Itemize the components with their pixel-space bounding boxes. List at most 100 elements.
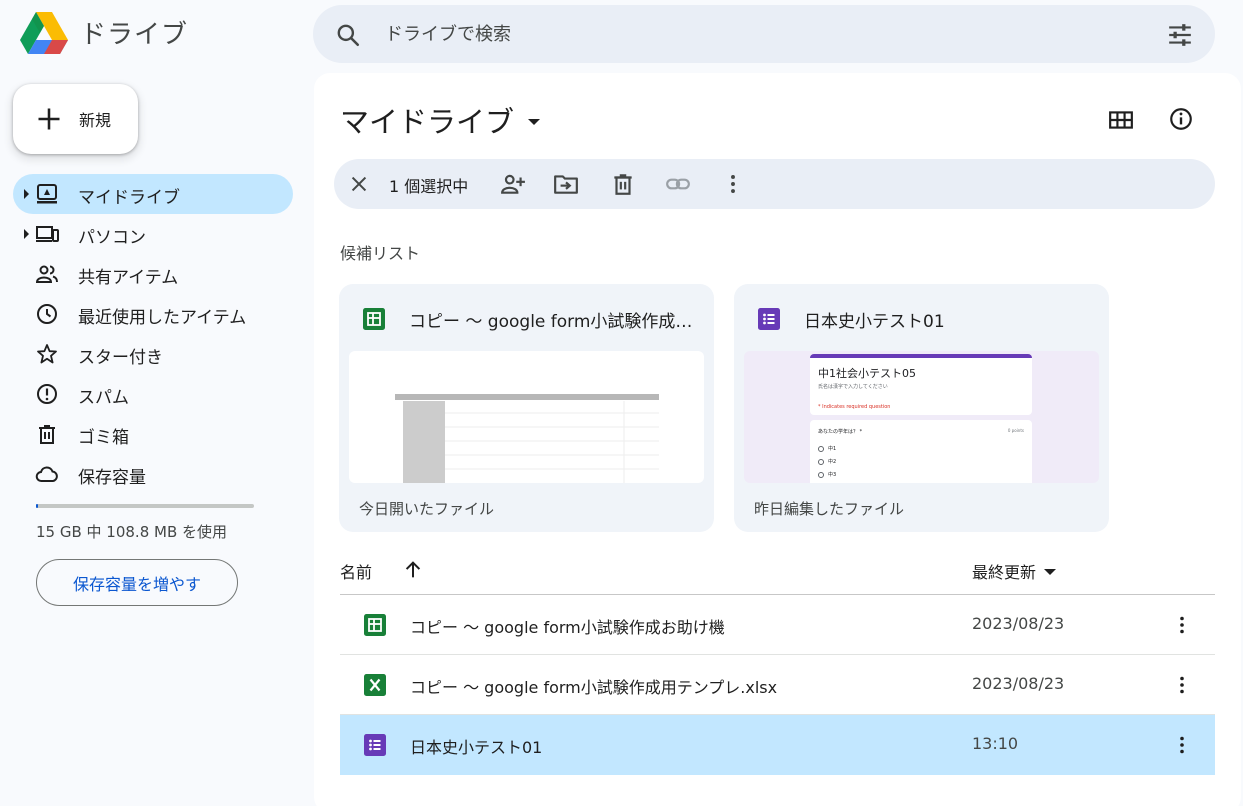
- spreadsheet-preview: [395, 394, 659, 483]
- file-thumbnail: [349, 351, 704, 483]
- form-preview-option-label: 中2: [828, 459, 837, 465]
- my-drive-icon: [37, 184, 57, 204]
- sidebar-item-starred[interactable]: スター付き: [13, 334, 293, 374]
- file-row-selected[interactable]: 日本史小テスト01 13:10: [340, 715, 1215, 775]
- card-subtitle: 今日開いたファイル: [359, 500, 495, 518]
- expand-caret-icon[interactable]: [24, 229, 29, 239]
- sheets-icon: [364, 614, 386, 636]
- radio-icon: [818, 471, 824, 478]
- search-bar[interactable]: [313, 5, 1215, 63]
- form-preview-header: 中1社会小テスト05 氏名は漢字で入力してください * Indicates re…: [810, 354, 1032, 415]
- sidebar-item-label: ゴミ箱: [78, 428, 129, 448]
- grid-view-icon[interactable]: [1108, 107, 1134, 133]
- file-row[interactable]: コピー ～ google form小試験作成お助け機 2023/08/23: [340, 595, 1215, 655]
- file-name: コピー ～ google form小試験作成用テンプレ.xlsx: [410, 678, 778, 697]
- sidebar-item-storage[interactable]: 保存容量: [13, 454, 293, 494]
- more-options-icon[interactable]: [1170, 673, 1194, 697]
- more-options-icon[interactable]: [1170, 613, 1194, 637]
- sheets-icon: [363, 308, 385, 330]
- more-actions-icon[interactable]: [720, 171, 746, 197]
- card-title: 日本史小テスト01: [804, 312, 945, 332]
- form-preview-option: 中3: [818, 471, 836, 478]
- sidebar-item-spam[interactable]: スパム: [13, 374, 293, 414]
- dropdown-arrow-icon: [1044, 569, 1057, 575]
- suggested-card[interactable]: 日本史小テスト01 中1社会小テスト05 氏名は漢字で入力してください * In…: [734, 284, 1109, 532]
- forms-icon: [758, 308, 780, 330]
- forms-icon: [364, 734, 386, 756]
- expand-caret-icon[interactable]: [24, 189, 29, 199]
- file-thumbnail: 中1社会小テスト05 氏名は漢字で入力してください * Indicates re…: [744, 351, 1099, 483]
- storage-meter: [36, 504, 254, 508]
- sidebar-item-label: パソコン: [78, 228, 146, 248]
- file-list-header: 名前 最終更新: [340, 559, 1215, 595]
- sidebar-item-shared[interactable]: 共有アイテム: [13, 254, 293, 294]
- sidebar-item-label: 最近使用したアイテム: [78, 308, 247, 328]
- card-subtitle: 昨日編集したファイル: [754, 500, 905, 518]
- clear-selection-icon[interactable]: [348, 173, 370, 195]
- move-to-folder-icon[interactable]: [553, 171, 579, 197]
- column-modified-label: 最終更新: [972, 563, 1037, 582]
- file-modified-date: 2023/08/23: [972, 614, 1065, 633]
- sidebar-item-my-drive[interactable]: マイドライブ: [13, 174, 293, 214]
- sidebar-item-computers[interactable]: パソコン: [13, 214, 293, 254]
- main-panel: マイドライブ 1 個選択中 候補リスト コピー ～ google form小試験…: [314, 73, 1241, 806]
- app-title: ドライブ: [80, 20, 189, 50]
- drive-logo-icon[interactable]: [20, 12, 68, 54]
- delete-trash-icon[interactable]: [610, 171, 636, 197]
- sidebar-item-label: 保存容量: [78, 468, 146, 488]
- form-preview-required: * Indicates required question: [818, 404, 891, 410]
- selection-toolbar: 1 個選択中: [334, 159, 1215, 209]
- dropdown-arrow-icon: [528, 119, 541, 125]
- clock-icon: [37, 304, 57, 324]
- sidebar-item-label: 共有アイテム: [78, 268, 179, 288]
- trash-icon: [39, 425, 55, 444]
- selection-count: 1 個選択中: [389, 177, 469, 196]
- form-preview-question: あなたの学年は？ * 0 points 中1 中2 中3: [810, 420, 1032, 483]
- file-modified-date: 2023/08/23: [972, 674, 1065, 693]
- star-icon: [37, 344, 57, 364]
- column-name-header[interactable]: 名前: [340, 559, 372, 583]
- spam-icon: [37, 384, 57, 404]
- search-icon[interactable]: [335, 22, 361, 48]
- page-title-dropdown[interactable]: マイドライブ: [340, 99, 541, 141]
- sidebar-item-label: スター付き: [78, 348, 163, 368]
- card-title: コピー ～ google form小試験作成お助け機: [409, 312, 699, 332]
- new-button[interactable]: 新規: [13, 84, 138, 154]
- plus-icon: [38, 108, 60, 130]
- excel-icon: [364, 674, 386, 696]
- suggested-section-label: 候補リスト: [340, 244, 421, 263]
- radio-icon: [818, 458, 824, 465]
- form-preview-option-label: 中3: [828, 472, 837, 478]
- form-preview-points: 0 points: [1007, 428, 1024, 433]
- sidebar-item-trash[interactable]: ゴミ箱: [13, 414, 293, 454]
- sidebar-item-label: スパム: [78, 388, 129, 408]
- form-preview-option-label: 中1: [828, 446, 837, 452]
- file-name: 日本史小テスト01: [410, 738, 543, 757]
- form-preview-option: 中2: [818, 458, 836, 465]
- get-more-storage-button[interactable]: 保存容量を増やす: [36, 559, 238, 606]
- search-input[interactable]: [385, 20, 1145, 48]
- copy-link-icon[interactable]: [665, 171, 691, 197]
- column-modified-header[interactable]: 最終更新: [972, 559, 1057, 583]
- shared-icon: [35, 265, 58, 283]
- file-modified-date: 13:10: [972, 734, 1019, 753]
- sidebar-item-label: マイドライブ: [78, 188, 180, 208]
- sort-arrow-up-icon[interactable]: [402, 559, 424, 581]
- form-preview-option: 中1: [818, 445, 836, 452]
- new-button-label: 新規: [79, 111, 112, 130]
- storage-usage-text: 15 GB 中 108.8 MB を使用: [36, 523, 228, 541]
- suggested-card[interactable]: コピー ～ google form小試験作成お助け機 今日開いたファイル: [339, 284, 714, 532]
- info-icon[interactable]: [1168, 106, 1194, 132]
- share-add-person-icon[interactable]: [500, 171, 526, 197]
- form-preview-question-text: あなたの学年は？ *: [818, 429, 863, 435]
- file-row[interactable]: コピー ～ google form小試験作成用テンプレ.xlsx 2023/08…: [340, 655, 1215, 715]
- computers-icon: [36, 226, 59, 242]
- storage-meter-fill: [36, 504, 39, 508]
- page-title: マイドライブ: [340, 105, 515, 139]
- file-name: コピー ～ google form小試験作成お助け機: [410, 618, 725, 637]
- sidebar-item-recent[interactable]: 最近使用したアイテム: [13, 294, 293, 334]
- sidebar-nav: マイドライブ パソコン 共有アイテム 最近使用したアイテム スター付き スパム …: [13, 174, 293, 494]
- search-options-icon[interactable]: [1167, 22, 1193, 48]
- more-options-icon[interactable]: [1170, 733, 1194, 757]
- cloud-icon: [35, 466, 58, 482]
